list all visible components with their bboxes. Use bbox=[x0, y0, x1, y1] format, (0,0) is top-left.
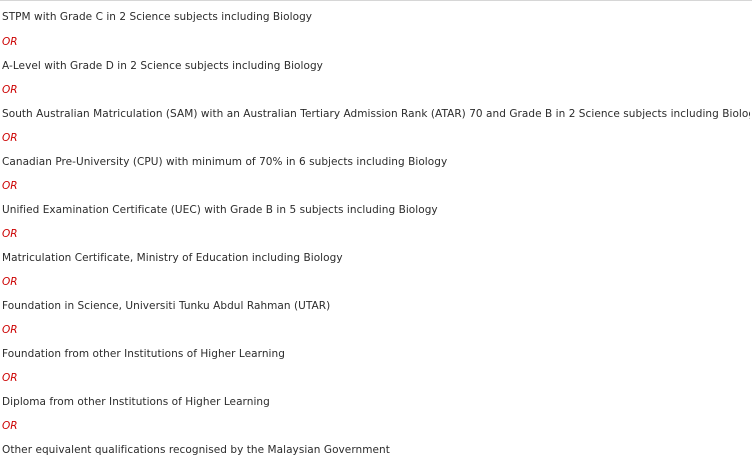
or-separator: OR bbox=[2, 126, 750, 150]
qualification-text: A-Level with Grade D in 2 Science subjec… bbox=[2, 60, 323, 72]
qualification-item: STPM with Grade C in 2 Science subjects … bbox=[2, 1, 750, 30]
qualification-item: Matriculation Certificate, Ministry of E… bbox=[2, 246, 750, 270]
qualification-text: Matriculation Certificate, Ministry of E… bbox=[2, 252, 343, 264]
or-separator: OR bbox=[2, 30, 750, 54]
qualification-item: Other equivalent qualifications recognis… bbox=[2, 438, 750, 462]
qualification-item: Foundation in Science, Universiti Tunku … bbox=[2, 294, 750, 318]
or-label: OR bbox=[2, 84, 18, 96]
or-separator: OR bbox=[2, 366, 750, 390]
or-separator: OR bbox=[2, 414, 750, 438]
entry-requirements-page: STPM with Grade C in 2 Science subjects … bbox=[0, 0, 752, 468]
or-label: OR bbox=[2, 36, 18, 48]
qualification-text: South Australian Matriculation (SAM) wit… bbox=[2, 108, 750, 120]
qualification-item: Canadian Pre-University (CPU) with minim… bbox=[2, 150, 750, 174]
qualification-text: Foundation from other Institutions of Hi… bbox=[2, 348, 285, 360]
qualification-text: Foundation in Science, Universiti Tunku … bbox=[2, 300, 331, 312]
qualification-item: Foundation from other Institutions of Hi… bbox=[2, 342, 750, 366]
qualification-text: STPM with Grade C in 2 Science subjects … bbox=[2, 11, 313, 23]
qualification-text: Canadian Pre-University (CPU) with minim… bbox=[2, 156, 448, 168]
qualification-text: Diploma from other Institutions of Highe… bbox=[2, 396, 270, 408]
or-label: OR bbox=[2, 132, 18, 144]
or-separator: OR bbox=[2, 318, 750, 342]
qualification-item: A-Level with Grade D in 2 Science subjec… bbox=[2, 54, 750, 78]
or-label: OR bbox=[2, 180, 18, 192]
or-separator: OR bbox=[2, 174, 750, 198]
or-label: OR bbox=[2, 276, 18, 288]
or-label: OR bbox=[2, 228, 18, 240]
or-label: OR bbox=[2, 324, 18, 336]
or-label: OR bbox=[2, 372, 18, 384]
qualification-text: Unified Examination Certificate (UEC) wi… bbox=[2, 204, 438, 216]
qualification-text: Other equivalent qualifications recognis… bbox=[2, 444, 390, 456]
or-label: OR bbox=[2, 420, 18, 432]
or-separator: OR bbox=[2, 222, 750, 246]
or-separator: OR bbox=[2, 270, 750, 294]
qualifications-list: STPM with Grade C in 2 Science subjects … bbox=[2, 1, 750, 462]
qualification-item: South Australian Matriculation (SAM) wit… bbox=[2, 102, 750, 126]
qualification-item: Unified Examination Certificate (UEC) wi… bbox=[2, 198, 750, 222]
or-separator: OR bbox=[2, 78, 750, 102]
qualification-item: Diploma from other Institutions of Highe… bbox=[2, 390, 750, 414]
